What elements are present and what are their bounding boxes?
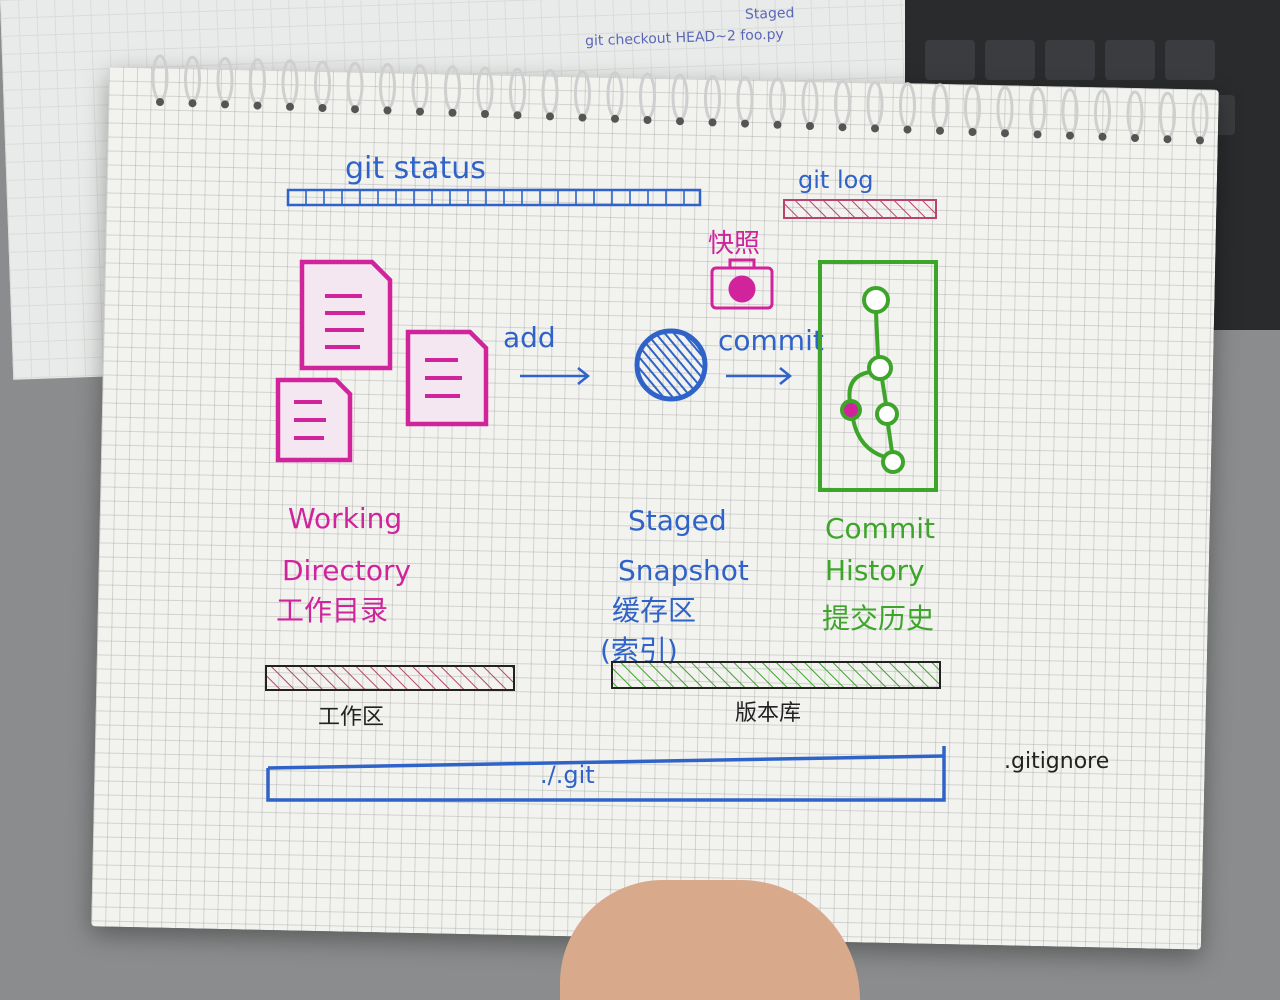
staged-label-2: Snapshot — [618, 554, 749, 587]
git-directory-bracket — [266, 746, 946, 802]
camera-icon — [710, 258, 774, 310]
git-status-label: git status — [345, 151, 486, 186]
repository-label: 版本库 — [735, 701, 801, 726]
working-label-3: 工作目录 — [276, 594, 388, 627]
diagram-canvas: git status git log 快照 add commit Working… — [151, 54, 1209, 802]
workspace-bar — [265, 665, 515, 691]
repository-bar — [611, 661, 941, 689]
working-directory-labels: Working Directory 工作目录 — [276, 502, 411, 627]
working-label-1: Working — [288, 502, 402, 535]
commit-label: commit — [718, 324, 824, 357]
git-status-bar — [286, 188, 702, 207]
hatched-disk-icon — [634, 328, 708, 402]
add-arrow — [520, 367, 591, 385]
history-label-1: Commit — [825, 512, 935, 545]
git-log-label: git log — [798, 166, 874, 194]
staged-snapshot-labels: Staged Snapshot 缓存区 (索引) — [600, 504, 749, 667]
snapshot-label: 快照 — [708, 229, 760, 259]
staged-label-1: Staged — [628, 504, 727, 537]
add-label: add — [503, 321, 556, 354]
history-label-2: History — [825, 554, 925, 587]
workspace-label: 工作区 — [318, 705, 384, 730]
gitignore-label: .gitignore — [1004, 749, 1109, 774]
working-label-2: Directory — [282, 554, 411, 587]
commit-arrow — [726, 367, 793, 385]
spiral-binding — [151, 54, 1209, 145]
history-label-3: 提交历史 — [822, 602, 934, 635]
git-directory-label: ./.git — [540, 761, 595, 789]
git-log-bar — [783, 199, 937, 219]
commit-history-labels: Commit History 提交历史 — [822, 512, 935, 635]
staged-label-3: 缓存区 — [612, 594, 696, 627]
commit-graph-icon — [818, 260, 938, 492]
